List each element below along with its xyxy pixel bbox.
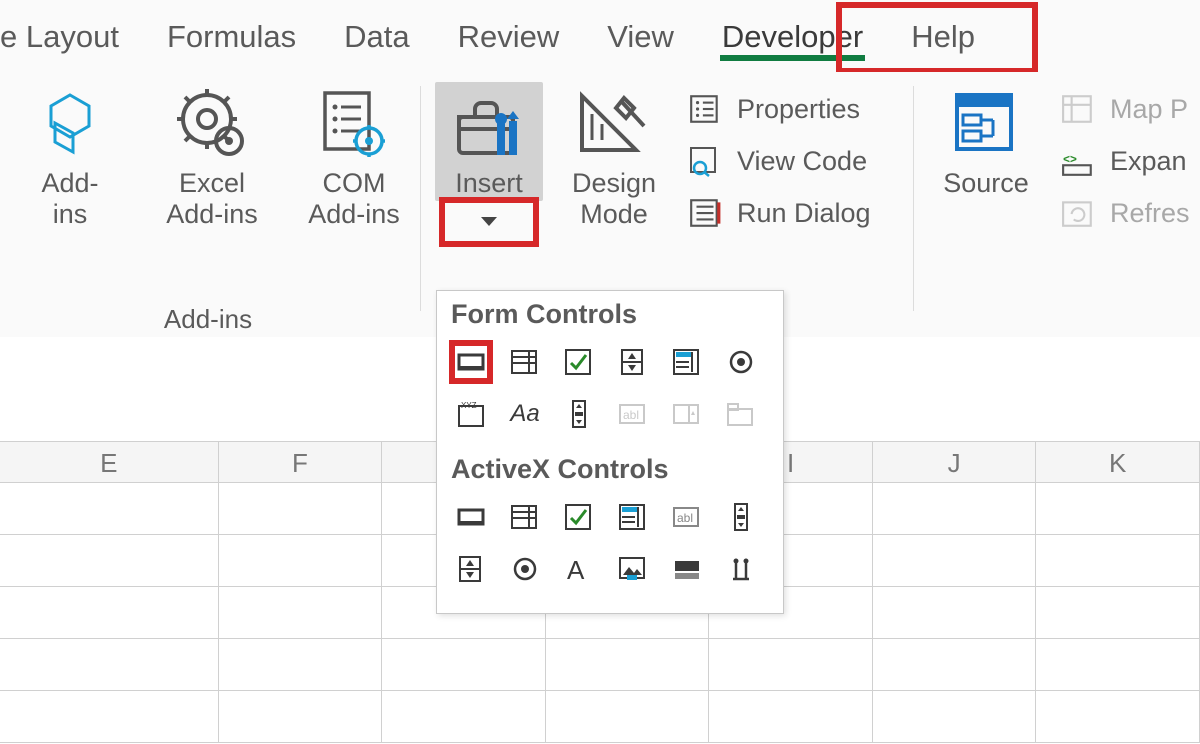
excel-addins-button[interactable]: Excel Add-ins bbox=[153, 82, 271, 230]
col-header-f[interactable]: F bbox=[219, 441, 383, 483]
refresh-data-button: Refres bbox=[1058, 190, 1190, 236]
refresh-data-label: Refres bbox=[1110, 198, 1190, 229]
activex-spinbutton[interactable] bbox=[449, 547, 493, 591]
activex-commandbutton[interactable] bbox=[449, 495, 493, 539]
addins-button[interactable]: Add- ins bbox=[11, 82, 129, 230]
highlight-box-insert-dropdown bbox=[439, 197, 539, 247]
form-controls-heading: Form Controls bbox=[437, 291, 783, 340]
tab-review[interactable]: Review bbox=[434, 9, 584, 63]
addins-label: Add- ins bbox=[41, 168, 98, 230]
group-separator bbox=[420, 86, 421, 311]
col-header-j[interactable]: J bbox=[873, 441, 1037, 483]
form-button-control[interactable] bbox=[449, 340, 493, 384]
activex-checkbox[interactable] bbox=[557, 495, 601, 539]
expansion-packs-button[interactable]: <> Expan bbox=[1058, 138, 1190, 184]
form-controls-grid: Aa bbox=[437, 340, 783, 446]
activex-togglebutton[interactable] bbox=[665, 547, 709, 591]
group-xml: Source Map P <> Expan Refres bbox=[918, 72, 1196, 337]
col-header-e[interactable]: E bbox=[0, 441, 219, 483]
view-code-label: View Code bbox=[737, 146, 867, 177]
ribbon-tab-strip: e Layout Formulas Data Review View Devel… bbox=[0, 0, 1200, 72]
activex-listbox[interactable] bbox=[611, 495, 655, 539]
activex-image[interactable] bbox=[611, 547, 655, 591]
refresh-icon bbox=[1058, 193, 1098, 233]
activex-label[interactable] bbox=[557, 547, 601, 591]
excel-addins-label: Excel Add-ins bbox=[166, 168, 258, 230]
view-code-icon bbox=[685, 141, 725, 181]
form-listbox-control[interactable] bbox=[665, 340, 709, 384]
properties-button[interactable]: Properties bbox=[685, 86, 871, 132]
form-optionbutton-control[interactable] bbox=[719, 340, 763, 384]
tab-developer[interactable]: Developer bbox=[698, 9, 887, 63]
com-addins-label: COM Add-ins bbox=[308, 168, 400, 230]
col-header-k[interactable]: K bbox=[1036, 441, 1200, 483]
activex-textbox[interactable] bbox=[665, 495, 709, 539]
form-scrollbar-control[interactable] bbox=[557, 392, 601, 436]
svg-text:<>: <> bbox=[1063, 153, 1077, 166]
form-groupbox-control[interactable] bbox=[449, 392, 493, 436]
run-dialog-label: Run Dialog bbox=[737, 198, 871, 229]
insert-controls-dropdown: Form Controls Aa ActiveX Controls bbox=[436, 290, 784, 614]
tab-formulas[interactable]: Formulas bbox=[143, 9, 320, 63]
group-separator-2 bbox=[913, 86, 914, 311]
tab-developer-label: Developer bbox=[722, 19, 863, 54]
activex-scrollbar[interactable] bbox=[719, 495, 763, 539]
source-icon bbox=[944, 82, 1028, 166]
run-dialog-button[interactable]: Run Dialog bbox=[685, 190, 871, 236]
properties-icon bbox=[685, 89, 725, 129]
activex-combobox[interactable] bbox=[503, 495, 547, 539]
tab-page-layout[interactable]: e Layout bbox=[0, 9, 143, 63]
source-label: Source bbox=[943, 168, 1029, 199]
activex-morecontrols[interactable] bbox=[719, 547, 763, 591]
group-addins: Add- ins Excel Add-ins bbox=[0, 72, 416, 337]
expansion-packs-icon: <> bbox=[1058, 141, 1098, 181]
source-button[interactable]: Source bbox=[932, 82, 1040, 199]
map-properties-icon bbox=[1058, 89, 1098, 129]
activex-optionbutton[interactable] bbox=[503, 547, 547, 591]
form-tab-disabled bbox=[719, 392, 763, 436]
tab-view[interactable]: View bbox=[583, 9, 698, 63]
form-checkbox-control[interactable] bbox=[557, 340, 601, 384]
design-mode-button[interactable]: Design Mode bbox=[559, 82, 669, 230]
form-spinbutton-control[interactable] bbox=[611, 340, 655, 384]
com-addins-button[interactable]: COM Add-ins bbox=[295, 82, 413, 230]
addins-icon bbox=[28, 82, 112, 166]
form-label-control[interactable]: Aa bbox=[503, 392, 547, 436]
active-tab-underline bbox=[720, 55, 865, 61]
gear-icon bbox=[170, 82, 254, 166]
insert-dropdown-arrow[interactable] bbox=[445, 204, 533, 238]
design-mode-icon bbox=[572, 82, 656, 166]
design-mode-label: Design Mode bbox=[572, 168, 656, 230]
tab-help[interactable]: Help bbox=[887, 9, 999, 63]
form-textfield-disabled bbox=[611, 392, 655, 436]
group-addins-label: Add-ins bbox=[0, 304, 416, 335]
expansion-packs-label: Expan bbox=[1110, 146, 1187, 177]
properties-label: Properties bbox=[737, 94, 860, 125]
run-dialog-icon bbox=[685, 193, 725, 233]
map-properties-label: Map P bbox=[1110, 94, 1188, 125]
com-addins-icon bbox=[312, 82, 396, 166]
toolbox-icon bbox=[447, 88, 531, 166]
form-combobox-control[interactable] bbox=[503, 340, 547, 384]
map-properties-button: Map P bbox=[1058, 86, 1190, 132]
form-combo-disabled bbox=[665, 392, 709, 436]
tab-data[interactable]: Data bbox=[320, 9, 433, 63]
insert-controls-button[interactable]: Insert bbox=[435, 82, 543, 201]
view-code-button[interactable]: View Code bbox=[685, 138, 871, 184]
activex-controls-heading: ActiveX Controls bbox=[437, 446, 783, 495]
insert-controls-label: Insert bbox=[455, 168, 523, 199]
activex-controls-grid bbox=[437, 495, 783, 601]
